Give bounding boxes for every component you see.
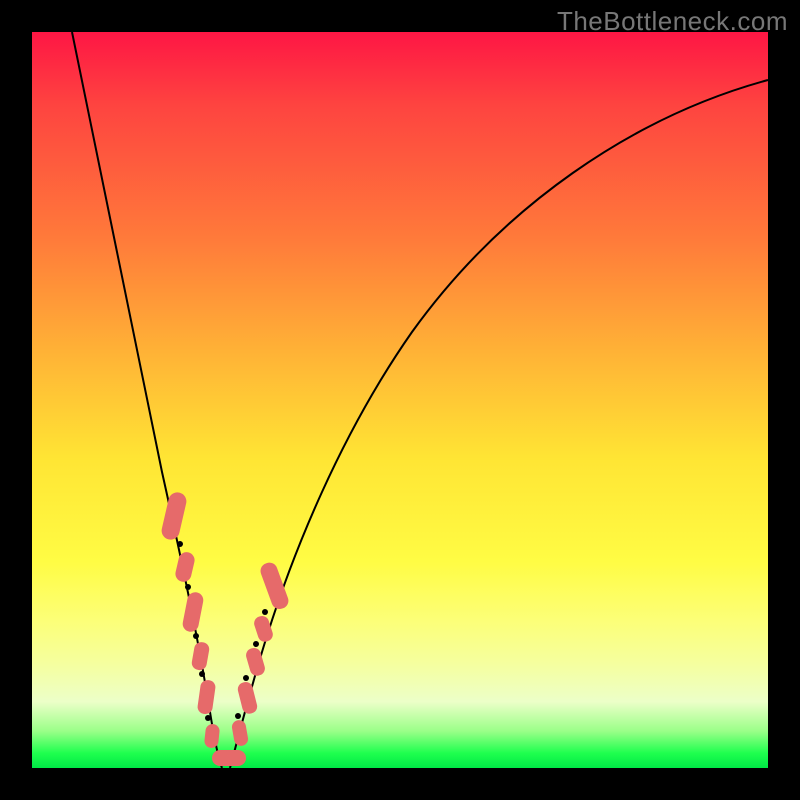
- curve-layer: [32, 32, 768, 768]
- plot-area: [32, 32, 768, 768]
- bead-group-left: [160, 491, 220, 749]
- bead-group-bottom: [212, 750, 246, 766]
- bead-group-right: [231, 560, 291, 747]
- curve-right: [230, 80, 768, 768]
- chart-frame: TheBottleneck.com: [0, 0, 800, 800]
